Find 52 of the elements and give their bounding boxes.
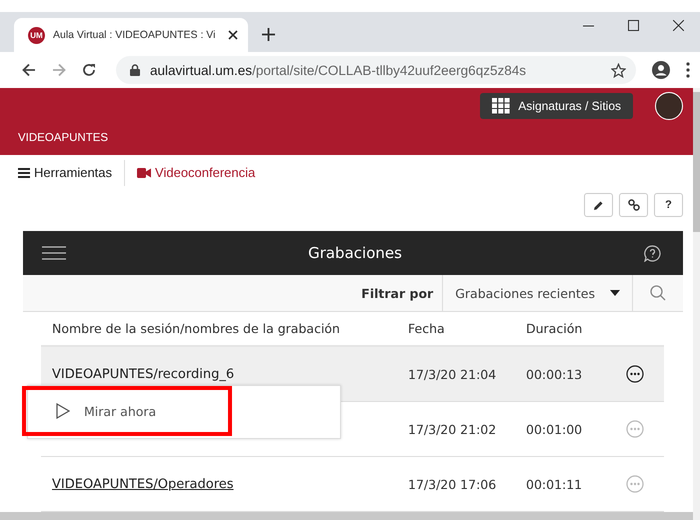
column-header: Fecha [408,321,446,336]
close-icon[interactable] [228,30,238,40]
horizontal-scrollbar[interactable] [0,512,693,520]
caret-icon [610,290,620,296]
link-icon [628,199,640,211]
address-bar[interactable]: aulavirtual.um.es/portal/site/COLLAB-tllby42uuf2eerg6qz5z84s [116,56,636,84]
minimize-icon[interactable] [583,24,594,26]
panel-title: Grabaciones [308,244,402,262]
search-icon[interactable] [650,285,666,302]
lock-icon [130,64,140,76]
video-camera-icon [137,168,152,178]
play-icon [56,403,70,419]
link-button[interactable] [619,193,648,217]
table-cell-text: 17/3/20 21:02 [408,422,498,436]
maximize-icon[interactable] [628,20,639,31]
column-header: Nombre de la sesión/nombres de la grabación [52,321,341,336]
profile-icon[interactable] [652,61,670,79]
table-cell-text: 00:00:13 [526,366,584,382]
reload-icon[interactable] [82,63,96,77]
filter-label: Filtrar por [361,286,434,301]
more-icon[interactable] [686,62,690,78]
help-button[interactable]: ? [654,193,683,217]
help-icon[interactable] [644,244,661,262]
edit-button[interactable] [584,193,613,217]
table-cell-text: 00:01:00 [526,422,584,436]
star-icon[interactable] [611,62,626,78]
table-cell-text: 00:01:11 [526,476,584,492]
pencil-icon [593,200,604,210]
browser-tab[interactable]: UM Aula Virtual : VIDEOAPUNTES : Vi [14,18,248,52]
back-icon[interactable] [22,63,36,77]
filter-dropdown[interactable]: Grabaciones recientes [442,275,633,312]
tab-title: Aula Virtual : VIDEOAPUNTES : Vi [53,29,216,41]
new-tab-icon[interactable] [262,28,275,41]
more-options-icon[interactable] [626,365,644,383]
table-cell-text: 17/3/20 21:04 [408,366,498,382]
site-logo: UM [28,26,45,44]
menu-icon [18,168,30,178]
site-title: VIDEOAPUNTES [17,131,110,144]
scrollbar-thumb[interactable] [693,92,700,232]
menu-icon[interactable] [42,246,66,260]
recording-link[interactable]: VIDEOAPUNTES/recording_6 [52,367,234,382]
column-header: Duración [526,321,584,336]
watch-now-menu-item[interactable]: Mirar ahora [22,386,232,436]
sites-button[interactable]: Asignaturas / Sitios [480,93,633,119]
close-icon[interactable] [673,20,684,31]
recording-link[interactable]: VIDEOAPUNTES/Operadores [52,477,234,492]
nav-link[interactable]: Videoconferencia [137,165,256,180]
avatar[interactable] [655,92,683,120]
table-cell-text: 17/3/20 17:06 [408,476,498,492]
grid-icon [492,98,510,114]
nav-link[interactable]: Herramientas [18,165,112,180]
url-text: aulavirtual.um.es/portal/site/COLLAB-tllby42uuf2eerg6qz5z84s [150,62,527,78]
